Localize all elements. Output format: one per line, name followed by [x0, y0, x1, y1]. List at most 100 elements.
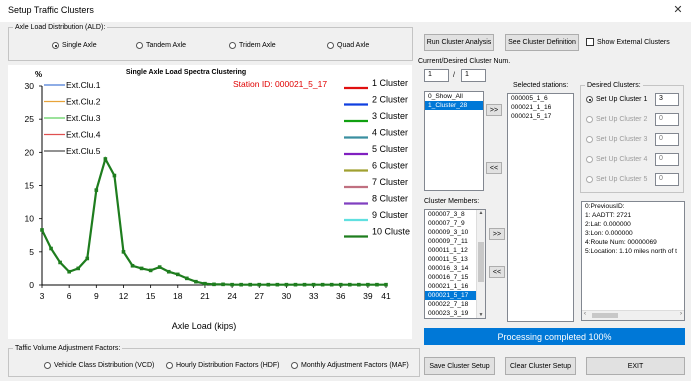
- run-cluster-analysis-button[interactable]: Run Cluster Analysis: [424, 34, 494, 51]
- data-point: [384, 282, 388, 287]
- setup-cluster-3-count[interactable]: 0: [655, 133, 679, 146]
- data-point: [366, 282, 370, 287]
- cluster-members-list[interactable]: 000007_3_8 000007_7_9 000009_3_10 000009_7_…: [424, 209, 486, 319]
- legend-label: Ext.Clu.1: [66, 80, 101, 90]
- radio-dot: [52, 42, 59, 49]
- legend-label: Ext.Clu.3: [66, 113, 101, 123]
- setup-cluster-1-radio[interactable]: Set Up Cluster 1: [586, 96, 647, 103]
- setup-cluster-5-count[interactable]: 0: [655, 173, 679, 186]
- data-point: [94, 188, 99, 192]
- save-cluster-setup-button[interactable]: Save Cluster Setup: [424, 357, 495, 375]
- data-point: [112, 173, 117, 178]
- setup-cluster-4-radio[interactable]: Set Up Cluster 4: [586, 156, 647, 163]
- setup-cluster-1-count[interactable]: 3: [655, 93, 679, 106]
- x-tick-label: 3: [40, 291, 45, 301]
- radio-dot: [586, 156, 593, 163]
- cluster-members-label: Cluster Members:: [424, 198, 480, 205]
- radio-dot: [291, 362, 298, 369]
- legend-label: 5 Cluster: [372, 144, 408, 154]
- data-point: [139, 266, 144, 271]
- legend-label: 1 Cluster: [372, 78, 408, 88]
- y-tick-label: 5: [29, 247, 34, 257]
- clear-cluster-setup-button[interactable]: Clear Cluster Setup: [505, 357, 576, 375]
- list-item[interactable]: 0_Show_All: [425, 92, 483, 101]
- ald-radio-label: Tandem Axle: [146, 42, 187, 49]
- setup-cluster-label: Set Up Cluster 3: [596, 136, 648, 143]
- selected-stations-label: Selected stations:: [513, 82, 569, 89]
- scroll-up-icon[interactable]: ▲: [477, 210, 485, 216]
- list-item[interactable]: 000005_1_6: [508, 94, 573, 103]
- remove-station-button[interactable]: <<: [486, 162, 502, 174]
- data-point: [329, 282, 334, 287]
- setup-cluster-2-count[interactable]: 0: [655, 113, 679, 126]
- legend-label: Ext.Clu.2: [66, 97, 101, 107]
- setup-cluster-label: Set Up Cluster 1: [596, 96, 648, 103]
- data-point: [239, 282, 243, 287]
- legend-label: Ext.Clu.4: [66, 130, 101, 140]
- setup-cluster-5-radio[interactable]: Set Up Cluster 5: [586, 176, 647, 183]
- desired-cluster-input[interactable]: 1: [461, 69, 486, 82]
- data-point: [185, 276, 189, 281]
- desired-clusters-legend: Desired Clusters:: [587, 82, 641, 89]
- x-tick-label: 12: [119, 291, 129, 301]
- cluster-num-separator: /: [453, 72, 455, 79]
- station-id-label: Station ID: 000021_5_17: [233, 79, 327, 89]
- ald-radio-tandem[interactable]: Tandem Axle: [136, 42, 186, 49]
- tva-radio-hdf[interactable]: Hourly Distribution Factors (HDF): [166, 362, 279, 369]
- ald-radio-tridem[interactable]: Tridem Axle: [229, 42, 276, 49]
- radio-dot: [44, 362, 51, 369]
- tva-radio-vcd[interactable]: Vehicle Class Distribution (VCD): [44, 362, 154, 369]
- add-member-button[interactable]: >>: [489, 228, 505, 240]
- window-title: Setup Traffic Clusters: [8, 5, 94, 15]
- data-point: [212, 282, 216, 287]
- info-line: 1: AADTT: 2721: [585, 212, 632, 219]
- data-point: [266, 282, 271, 287]
- radio-dot: [586, 136, 593, 143]
- info-line: 3:Lon: 0.000000: [585, 230, 633, 237]
- list-item[interactable]: 1_Cluster_28: [425, 101, 483, 110]
- ald-radio-single[interactable]: Single Axle: [52, 42, 97, 49]
- scroll-right-icon[interactable]: ›: [680, 311, 682, 317]
- data-point: [130, 263, 135, 268]
- radio-dot: [586, 176, 593, 183]
- data-point: [221, 282, 225, 287]
- show-external-clusters-checkbox[interactable]: Show External Clusters: [586, 38, 670, 46]
- title-bar: Setup Traffic Clusters ✕: [0, 0, 691, 22]
- x-tick-label: 36: [336, 291, 346, 301]
- cluster-list[interactable]: 0_Show_All 1_Cluster_28: [424, 91, 484, 191]
- tva-radio-maf[interactable]: Monthly Adjustment Factors (MAF): [291, 362, 409, 369]
- tva-legend: Taffic Volume Adjustment Factors:: [15, 345, 121, 352]
- tva-radio-label: Monthly Adjustment Factors (MAF): [301, 362, 409, 369]
- x-tick-label: 27: [255, 291, 265, 301]
- exit-button[interactable]: EXIT: [586, 357, 685, 375]
- radio-dot: [229, 42, 236, 49]
- setup-cluster-4-count[interactable]: 0: [655, 153, 679, 166]
- scrollbar[interactable]: ▲ ▼: [476, 210, 485, 318]
- scroll-thumb[interactable]: [478, 242, 484, 282]
- selected-stations-list[interactable]: 000005_1_6 000021_1_16 000021_5_17: [507, 93, 574, 322]
- scroll-left-icon[interactable]: ‹: [584, 311, 586, 317]
- radio-dot: [586, 96, 593, 103]
- list-item[interactable]: 000021_5_17: [508, 112, 573, 121]
- data-point: [40, 228, 44, 232]
- close-icon[interactable]: ✕: [671, 3, 685, 16]
- legend-label: 3 Cluster: [372, 111, 408, 121]
- y-tick-label: 25: [25, 114, 35, 124]
- x-tick-label: 41: [381, 291, 391, 301]
- data-point: [58, 260, 62, 265]
- scroll-thumb[interactable]: [592, 313, 618, 318]
- remove-member-button[interactable]: <<: [489, 266, 505, 278]
- current-cluster-input[interactable]: 1: [424, 69, 449, 82]
- data-point: [275, 282, 280, 287]
- radio-dot: [327, 42, 334, 49]
- list-item[interactable]: 000021_1_16: [508, 103, 573, 112]
- setup-cluster-3-radio[interactable]: Set Up Cluster 3: [586, 136, 647, 143]
- data-point: [320, 282, 325, 287]
- setup-cluster-2-radio[interactable]: Set Up Cluster 2: [586, 116, 647, 123]
- ald-radio-quad[interactable]: Quad Axle: [327, 42, 369, 49]
- y-axis-label: %: [35, 70, 42, 79]
- add-station-button[interactable]: >>: [486, 104, 502, 116]
- horizontal-scrollbar[interactable]: ‹ ›: [582, 310, 684, 320]
- scroll-down-icon[interactable]: ▼: [477, 312, 485, 318]
- see-cluster-definition-button[interactable]: See Cluster Definition: [505, 34, 579, 51]
